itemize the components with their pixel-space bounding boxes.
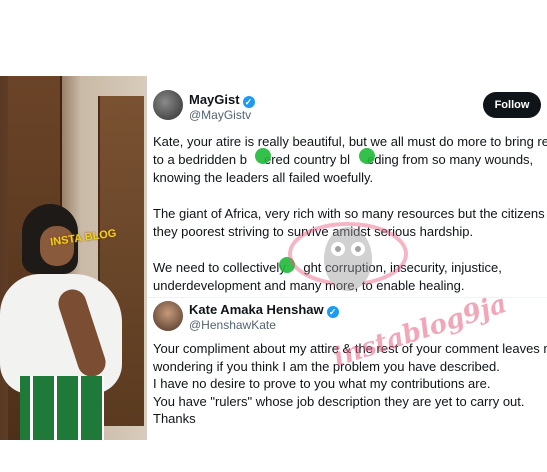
author-handle[interactable]: @MayGistv	[189, 108, 251, 122]
avatar[interactable]	[153, 301, 183, 331]
author-name[interactable]: MayGist ✓	[189, 92, 255, 108]
censor-blot	[359, 148, 375, 164]
avatar[interactable]	[153, 90, 183, 120]
verified-icon: ✓	[326, 306, 339, 318]
verified-icon: ✓	[242, 96, 255, 108]
follow-button[interactable]: Follow	[483, 92, 541, 118]
reply-line: I have no desire to prove to you what my…	[153, 376, 491, 391]
tweet-paragraph: Kate, your atire is really beautiful, bu…	[153, 134, 547, 185]
owl-watermark-icon	[288, 222, 408, 291]
reply-line: Thanks	[153, 411, 196, 426]
censor-blot	[255, 148, 271, 164]
reply-author-handle[interactable]: @HenshawKate	[189, 318, 276, 332]
photo-panel: INSTA BLOG	[0, 76, 147, 440]
reply-line: You have "rulers" whose job description …	[153, 393, 525, 409]
reply-author-name[interactable]: Kate Amaka Henshaw ✓	[189, 302, 339, 318]
person-skirt	[20, 376, 104, 440]
